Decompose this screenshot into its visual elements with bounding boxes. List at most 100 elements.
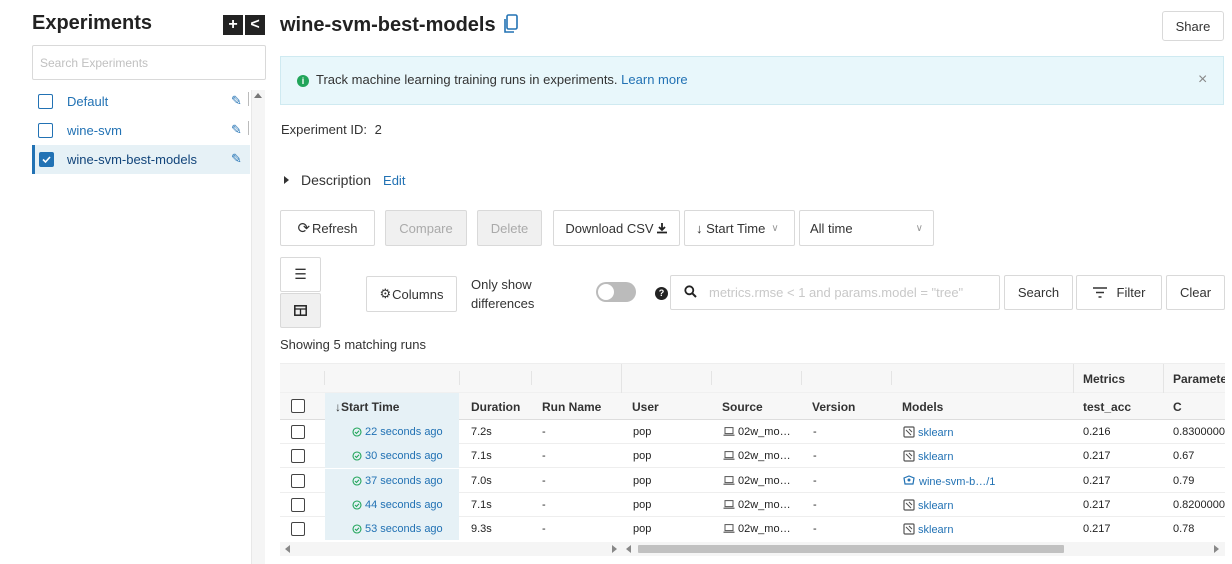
start-time-cell[interactable]: 53 seconds ago (325, 517, 459, 540)
test-acc-header[interactable]: test_acc (1083, 400, 1131, 414)
table-row[interactable]: 30 seconds ago 7.1s - pop 02w_mo… - sklearn 0.2… (280, 444, 1225, 468)
row-checkbox[interactable] (291, 425, 305, 439)
model-link[interactable]: sklearn (918, 524, 953, 536)
start-time-cell[interactable]: 37 seconds ago (325, 469, 459, 493)
horizontal-scrollbar[interactable] (280, 542, 1225, 556)
test-acc-cell: 0.217 (1083, 499, 1111, 511)
experiment-checkbox[interactable] (38, 123, 53, 138)
search-experiments-input[interactable] (32, 45, 266, 80)
c-param-header[interactable]: C (1173, 400, 1182, 414)
start-time-link[interactable]: 44 seconds ago (365, 499, 443, 511)
models-cell[interactable]: sklearn (903, 426, 953, 439)
models-cell[interactable]: sklearn (903, 523, 953, 536)
scroll-left-icon[interactable] (285, 545, 290, 553)
collapse-sidebar-button[interactable]: < (245, 15, 265, 35)
source-label[interactable]: 02w_mo… (738, 523, 791, 535)
start-time-link[interactable]: 37 seconds ago (365, 475, 443, 487)
source-cell[interactable]: 02w_mo… (723, 523, 791, 535)
models-cell[interactable]: sklearn (903, 450, 953, 463)
list-view-button[interactable]: ☰ (280, 257, 321, 292)
model-link[interactable]: sklearn (918, 500, 953, 512)
time-range-select[interactable]: All time ∨ (799, 210, 934, 246)
row-checkbox[interactable] (291, 522, 305, 536)
start-time-cell[interactable]: 44 seconds ago (325, 493, 459, 517)
scroll-up-icon[interactable] (254, 93, 262, 98)
expand-caret-icon[interactable] (284, 176, 289, 184)
start-time-header-label: Start Time (341, 400, 400, 414)
start-time-link[interactable]: 53 seconds ago (365, 523, 443, 535)
compare-button[interactable]: Compare (385, 210, 467, 246)
copy-icon[interactable] (503, 14, 519, 34)
experiment-checkbox-checked[interactable] (39, 152, 54, 167)
columns-button[interactable]: ⚙ Columns (366, 276, 457, 312)
scroll-right-icon[interactable] (612, 545, 617, 553)
source-label[interactable]: 02w_mo… (738, 499, 791, 511)
start-time-header[interactable]: ↓Start Time (335, 400, 399, 414)
source-cell[interactable]: 02w_mo… (723, 450, 791, 462)
table-row[interactable]: 44 seconds ago 7.1s - pop 02w_mo… - sklearn 0.2… (280, 493, 1225, 517)
source-cell[interactable]: 02w_mo… (723, 475, 791, 487)
add-experiment-button[interactable]: + (223, 15, 243, 35)
duration-header[interactable]: Duration (471, 400, 520, 414)
source-label[interactable]: 02w_mo… (738, 426, 791, 438)
description-label[interactable]: Description (301, 172, 371, 188)
filter-button[interactable]: Filter (1076, 275, 1162, 310)
models-header[interactable]: Models (902, 400, 943, 414)
models-cell[interactable]: wine-svm-b…/1 (903, 475, 995, 488)
help-icon[interactable]: ? (655, 287, 668, 300)
source-label[interactable]: 02w_mo… (738, 450, 791, 462)
row-checkbox[interactable] (291, 449, 305, 463)
row-checkbox[interactable] (291, 498, 305, 512)
refresh-button[interactable]: ⟳ Refresh (280, 210, 375, 246)
description-section[interactable]: Description Edit (280, 172, 405, 188)
experiment-label[interactable]: wine-svm-best-models (67, 152, 197, 167)
source-label[interactable]: 02w_mo… (738, 475, 791, 487)
source-cell[interactable]: 02w_mo… (723, 426, 791, 438)
table-row[interactable]: 37 seconds ago 7.0s - pop 02w_mo… - wine-svm-b… (280, 469, 1225, 493)
scroll-right-icon[interactable] (1214, 545, 1219, 553)
select-all-checkbox[interactable] (291, 399, 305, 413)
row-checkbox[interactable] (291, 474, 305, 488)
columns-label: Columns (392, 286, 444, 302)
run-name-header[interactable]: Run Name (542, 400, 601, 414)
models-cell[interactable]: sklearn (903, 499, 953, 512)
search-button[interactable]: Search (1004, 275, 1073, 310)
user-header[interactable]: User (632, 400, 659, 414)
version-header[interactable]: Version (812, 400, 855, 414)
search-icon (684, 285, 697, 298)
search-runs-input[interactable] (670, 275, 1000, 310)
model-link[interactable]: sklearn (918, 451, 953, 463)
edit-icon[interactable]: ✎ (231, 122, 242, 138)
only-show-differences-toggle[interactable] (596, 282, 636, 302)
table-row[interactable]: 53 seconds ago 9.3s - pop 02w_mo… - sklearn 0.2… (280, 517, 1225, 540)
experiment-checkbox[interactable] (38, 94, 53, 109)
share-button[interactable]: Share (1162, 11, 1224, 41)
experiment-label[interactable]: wine-svm (67, 123, 122, 138)
experiment-item-default[interactable]: Default ✎ (32, 87, 250, 116)
scroll-left-icon[interactable] (626, 545, 631, 553)
start-time-cell[interactable]: 22 seconds ago (325, 420, 459, 444)
learn-more-link[interactable]: Learn more (621, 72, 687, 87)
sidebar-scrollbar[interactable] (251, 90, 265, 564)
close-icon[interactable]: × (1198, 71, 1207, 89)
source-cell[interactable]: 02w_mo… (723, 499, 791, 511)
sort-select[interactable]: ↓ Start Time ∨ (684, 210, 795, 246)
start-time-link[interactable]: 30 seconds ago (365, 450, 443, 462)
experiment-label[interactable]: Default (67, 94, 108, 109)
start-time-cell[interactable]: 30 seconds ago (325, 444, 459, 468)
scrollbar-thumb[interactable] (638, 545, 1064, 553)
edit-icon[interactable]: ✎ (231, 151, 242, 167)
clear-button[interactable]: Clear (1166, 275, 1225, 310)
table-view-button[interactable] (280, 293, 321, 328)
table-row[interactable]: 22 seconds ago 7.2s - pop 02w_mo… - sklearn 0.2… (280, 420, 1225, 444)
delete-button[interactable]: Delete (477, 210, 542, 246)
model-link[interactable]: wine-svm-b…/1 (919, 476, 995, 488)
model-link[interactable]: sklearn (918, 427, 953, 439)
source-header[interactable]: Source (722, 400, 763, 414)
experiment-item-wine-svm[interactable]: wine-svm ✎ (32, 116, 250, 145)
edit-icon[interactable]: ✎ (231, 93, 242, 109)
experiment-item-wine-svm-best-models[interactable]: wine-svm-best-models ✎ (32, 145, 252, 174)
edit-description-link[interactable]: Edit (383, 173, 405, 188)
download-csv-button[interactable]: Download CSV (553, 210, 680, 246)
start-time-link[interactable]: 22 seconds ago (365, 426, 443, 438)
